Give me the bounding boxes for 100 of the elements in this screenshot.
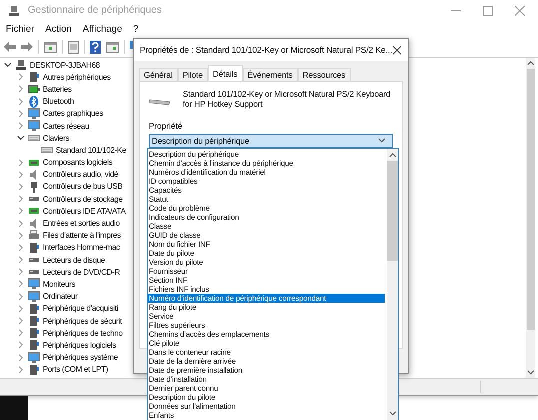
tree-item[interactable]: Périphérique d'acquisiti <box>43 304 118 314</box>
monitor-icon <box>28 108 40 120</box>
tree-item[interactable]: Lecteurs de DVD/CD-R <box>43 268 120 277</box>
tree-item[interactable]: Claviers <box>43 134 70 143</box>
device-icon <box>28 364 40 376</box>
chevron-right-icon[interactable] <box>17 207 25 216</box>
chevron-right-icon[interactable] <box>17 366 25 374</box>
window-icon[interactable] <box>106 42 119 52</box>
menu-item[interactable]: Fichier <box>6 24 35 34</box>
drive-icon <box>28 270 40 274</box>
forward-arrow-icon[interactable] <box>21 42 33 52</box>
taskbar <box>0 396 28 420</box>
device-icon <box>28 302 40 315</box>
tree-item[interactable]: Périphériques de techno <box>43 328 123 338</box>
scrollbar[interactable] <box>526 58 535 378</box>
tree-item[interactable]: DESKTOP-3JBAH68 <box>30 60 100 70</box>
chevron-right-icon[interactable] <box>17 268 25 276</box>
chevron-down-icon <box>378 138 386 144</box>
chevron-right-icon[interactable] <box>17 122 25 130</box>
bluetooth-icon <box>28 96 40 108</box>
device-icon <box>28 327 40 340</box>
chevron-right-icon[interactable] <box>17 329 25 338</box>
tree-item[interactable]: Cartes graphiques <box>43 109 104 118</box>
maximize-icon[interactable] <box>483 6 493 16</box>
properties-icon[interactable] <box>68 40 79 54</box>
chevron-right-icon[interactable] <box>17 110 25 118</box>
window-icon[interactable] <box>44 42 57 52</box>
monitor-icon <box>28 352 40 364</box>
tree-item[interactable]: Ports (COM et LPT) <box>43 365 108 374</box>
chevron-right-icon[interactable] <box>17 232 25 240</box>
tree-item[interactable]: Ordinateur <box>43 292 78 302</box>
scroll-down-icon[interactable] <box>388 411 396 417</box>
chevron-right-icon[interactable] <box>17 244 25 252</box>
tree-item[interactable]: Files d'attente à l'impres <box>43 231 121 240</box>
drive-icon <box>28 197 40 202</box>
chevron-right-icon[interactable] <box>17 280 25 288</box>
menu-item[interactable]: Affichage <box>82 24 122 34</box>
chevron-right-icon[interactable] <box>17 170 25 179</box>
property-dropdown[interactable]: Description du périphérique <box>149 134 393 148</box>
tree-item[interactable]: Composants logiciels <box>43 158 113 168</box>
chevron-right-icon[interactable] <box>17 85 25 94</box>
tree-item[interactable]: Interfaces Homme-mac <box>43 243 120 252</box>
chevron-right-icon[interactable] <box>17 220 25 228</box>
tree-item[interactable]: Contrôleurs de bus USB <box>43 182 123 192</box>
chevron-right-icon[interactable] <box>17 317 25 326</box>
help-icon[interactable] <box>90 40 101 54</box>
device-icon <box>28 71 40 84</box>
tree-item[interactable]: Standard 101/102-Ke <box>56 146 126 155</box>
printer-icon <box>28 230 40 242</box>
close-icon[interactable] <box>392 46 401 54</box>
tree-item[interactable]: Contrôleurs IDE ATA/ATA <box>43 206 126 216</box>
back-arrow-icon[interactable] <box>4 42 16 52</box>
chevron-right-icon[interactable] <box>17 354 25 362</box>
tab[interactable]: Ressources <box>298 68 351 81</box>
computer-icon <box>15 59 27 72</box>
tree-item[interactable]: Moniteurs <box>43 280 76 289</box>
tree-item[interactable]: Batteries <box>43 84 72 94</box>
monitor-icon <box>28 120 40 132</box>
scroll-thumb[interactable] <box>387 161 398 261</box>
tree-item[interactable]: Bluetooth <box>43 97 74 106</box>
chevron-right-icon[interactable] <box>17 73 25 82</box>
tree-item[interactable]: Contrôleurs audio, vidé <box>43 170 118 180</box>
device-name: Standard 101/102-Key or Microsoft Natural PS/2 Keyboard for HP Hotkey Support <box>183 89 392 109</box>
chevron-right-icon[interactable] <box>17 182 25 191</box>
tree-item[interactable]: Cartes réseau <box>43 122 90 131</box>
scroll-up-icon[interactable] <box>526 60 534 66</box>
chevron-down-icon[interactable] <box>17 134 25 142</box>
scroll-thumb[interactable] <box>526 69 534 330</box>
device-icon <box>28 315 40 328</box>
scroll-up-icon[interactable] <box>388 152 396 158</box>
tab[interactable]: Détails <box>208 65 243 81</box>
monitor-icon <box>28 290 40 303</box>
chevron-right-icon[interactable] <box>17 304 25 313</box>
chevron-down-icon[interactable] <box>4 61 12 70</box>
chevron-right-icon[interactable] <box>17 341 25 350</box>
tree-item[interactable]: Contrôleurs de stockage <box>43 194 123 204</box>
chevron-right-icon[interactable] <box>17 158 25 167</box>
tree-item[interactable]: Autres périphériques <box>43 72 111 82</box>
chevron-right-icon[interactable] <box>17 98 25 106</box>
scroll-down-icon[interactable] <box>526 370 534 376</box>
tree-item[interactable]: Périphériques système <box>43 353 118 362</box>
tab[interactable]: Événements <box>242 68 298 81</box>
computer-icon <box>8 4 20 16</box>
chevron-right-icon[interactable] <box>17 195 25 204</box>
tree-item[interactable]: Entrées et sorties audio <box>43 219 120 228</box>
tab[interactable]: Général <box>139 68 178 81</box>
tree-item[interactable]: Périphériques logiciels <box>43 340 116 350</box>
tab[interactable]: Pilote <box>178 68 208 81</box>
tree-item[interactable]: Lecteurs de disque <box>43 256 106 265</box>
chevron-right-icon[interactable] <box>17 292 25 301</box>
field-label: Propriété <box>149 121 184 131</box>
scrollbar[interactable] <box>387 149 398 420</box>
tree-item[interactable]: Périphériques de sécurit <box>43 316 122 326</box>
drive-icon <box>28 258 40 262</box>
battery-icon <box>28 83 40 96</box>
device-icon <box>28 242 40 254</box>
chevron-right-icon[interactable] <box>17 256 25 264</box>
menu-item[interactable]: Action <box>46 24 72 34</box>
menu-item[interactable]: ? <box>133 24 139 34</box>
plug-icon <box>28 180 40 193</box>
